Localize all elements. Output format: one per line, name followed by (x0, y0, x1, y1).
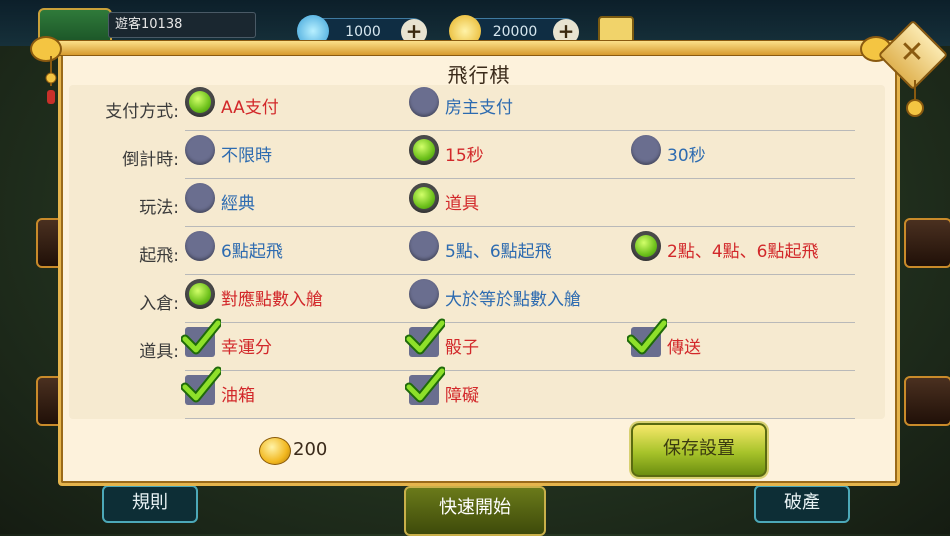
rules-button[interactable]: 規則 (102, 485, 198, 523)
settings-form: 支付方式: AA支付 房主支付倒計時: 不限時 15秒 30秒玩法: 經典 道具起飛: 6點起飛… (69, 85, 885, 419)
row-label: 起飛: (139, 246, 179, 266)
option-label: 傳送 (667, 338, 701, 358)
player-avatar-right-2 (904, 376, 950, 426)
radio-button[interactable] (185, 279, 215, 309)
radio-button[interactable] (185, 231, 215, 261)
username-label: 遊客10138 (108, 12, 256, 38)
row-divider (185, 226, 855, 227)
bankrupt-button[interactable]: 破產 (754, 485, 850, 523)
radio-button[interactable] (631, 135, 661, 165)
row-divider (185, 274, 855, 275)
option-label: AA支付 (221, 98, 279, 118)
option-label: 道具 (445, 194, 479, 214)
settings-row: 支付方式: AA支付 房主支付 (69, 85, 885, 133)
checkmark-icon (405, 318, 445, 355)
checkmark-icon (181, 318, 221, 355)
radio-button[interactable] (409, 135, 439, 165)
hanging-ornament (906, 80, 924, 117)
settings-row: 倒計時: 不限時 15秒 30秒 (69, 133, 885, 181)
row-divider (185, 418, 855, 419)
checkmark-icon (405, 366, 445, 403)
coin-icon (259, 437, 291, 465)
radio-dot-icon (635, 235, 657, 257)
radio-dot-icon (413, 187, 435, 209)
option-label: 經典 (221, 194, 255, 214)
tassel-ornament (45, 56, 57, 104)
row-label: 道具: (139, 342, 179, 362)
option-label: 油箱 (221, 386, 255, 406)
radio-button[interactable] (185, 87, 215, 117)
row-label: 倒計時: (122, 150, 179, 170)
save-settings-button[interactable]: 保存設置 (631, 423, 767, 477)
radio-button[interactable] (409, 231, 439, 261)
row-label: 支付方式: (105, 102, 179, 122)
settings-row: 玩法: 經典 道具 (69, 181, 885, 229)
diamond-value: 1000 (345, 24, 381, 40)
row-divider (185, 178, 855, 179)
option-label: 障礙 (445, 386, 479, 406)
option-label: 不限時 (221, 146, 272, 166)
radio-button[interactable] (409, 87, 439, 117)
row-label: 玩法: (139, 198, 179, 218)
option-label: 2點、4點、6點起飛 (667, 242, 819, 262)
radio-dot-icon (189, 283, 211, 305)
option-label: 15秒 (445, 146, 484, 166)
radio-button[interactable] (631, 231, 661, 261)
option-label: 大於等於點數入艙 (445, 290, 581, 310)
radio-dot-icon (189, 91, 211, 113)
room-cost: 200 (293, 439, 328, 460)
option-label: 對應點數入艙 (221, 290, 323, 310)
room-settings-panel: 飛行棋 支付方式: AA支付 房主支付倒計時: 不限時 15秒 30秒玩法: 經典 道具起飛:… (58, 48, 900, 486)
radio-button[interactable] (185, 135, 215, 165)
radio-button[interactable] (185, 183, 215, 213)
quick-start-button[interactable]: 快速開始 (404, 486, 546, 536)
option-label: 5點、6點起飛 (445, 242, 552, 262)
option-label: 幸運分 (221, 338, 272, 358)
row-divider (185, 370, 855, 371)
panel-footer: 200 保存設置 (61, 423, 897, 481)
option-label: 6點起飛 (221, 242, 283, 262)
row-label: 入倉: (139, 294, 179, 314)
close-icon[interactable]: ✕ (890, 32, 934, 76)
row-divider (185, 322, 855, 323)
radio-button[interactable] (409, 279, 439, 309)
gold-value: 20000 (492, 24, 538, 40)
settings-row: 起飛: 6點起飛 5點、6點起飛 2點、4點、6點起飛 (69, 229, 885, 277)
scroll-rod (36, 40, 918, 56)
settings-row: 油箱 障礙 (69, 366, 885, 421)
row-divider (185, 130, 855, 131)
option-label: 骰子 (445, 338, 479, 358)
radio-dot-icon (413, 139, 435, 161)
player-avatar-right-1 (904, 218, 950, 268)
checkmark-icon (181, 366, 221, 403)
option-label: 房主支付 (445, 98, 513, 118)
option-label: 30秒 (667, 146, 706, 166)
panel-title: 飛行棋 (447, 63, 511, 87)
radio-button[interactable] (409, 183, 439, 213)
checkmark-icon (627, 318, 667, 355)
